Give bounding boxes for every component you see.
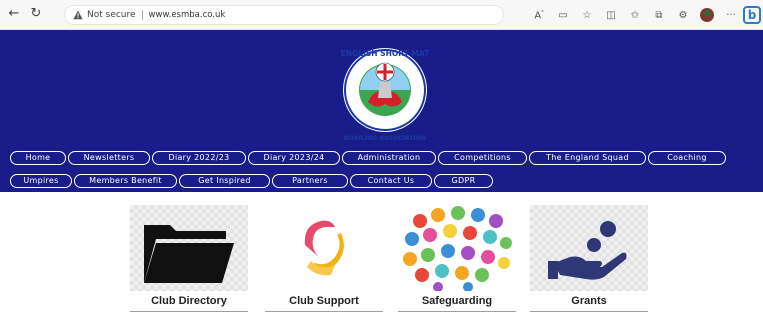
- tile-label[interactable]: Grants: [530, 295, 648, 307]
- nav-umpires[interactable]: Umpires: [10, 174, 72, 188]
- address-divider: [141, 10, 143, 20]
- tile-label[interactable]: Safeguarding: [398, 295, 516, 307]
- tile-grants[interactable]: Grants: [530, 205, 648, 312]
- favorites-icon[interactable]: ✩: [623, 10, 647, 21]
- nav-get-inspired[interactable]: Get Inspired: [179, 174, 270, 188]
- url-text[interactable]: www.esmba.co.uk: [149, 10, 226, 20]
- nav-home[interactable]: Home: [10, 151, 66, 165]
- reload-icon[interactable]: ↻: [28, 6, 44, 22]
- esmba-logo[interactable]: ENGLISH SHORT MAT BOWLING ASSOCIATION: [340, 42, 430, 152]
- nav-row-primary: Home Newsletters Diary 2022/23 Diary 202…: [10, 151, 728, 165]
- toolbar-icons: Aᵃ ▭ ☆ ◫ ✩ ⧉ ⚙ ··· b: [527, 0, 763, 30]
- address-bar[interactable]: Not secure www.esmba.co.uk: [64, 5, 504, 25]
- tile-label[interactable]: Club Support: [265, 295, 383, 307]
- tile-club-support[interactable]: Club Support: [265, 205, 383, 312]
- browser-toolbar: ← ↻ Not secure www.esmba.co.uk Aᵃ ▭ ☆ ◫ …: [0, 0, 763, 30]
- nav-england-squad[interactable]: The England Squad: [529, 151, 646, 165]
- nav-newsletters[interactable]: Newsletters: [68, 151, 150, 165]
- collections-icon[interactable]: ⧉: [647, 10, 671, 21]
- support-icon[interactable]: [265, 205, 383, 291]
- favorite-star-icon[interactable]: ☆: [575, 10, 599, 21]
- warning-icon: [73, 10, 83, 20]
- back-arrow-icon[interactable]: ←: [6, 6, 22, 22]
- tile-divider: [130, 311, 248, 312]
- tile-safeguarding[interactable]: Safeguarding: [398, 205, 516, 312]
- nav-gdpr[interactable]: GDPR: [434, 174, 493, 188]
- logo-bottom-text: BOWLING ASSOCIATION: [344, 135, 426, 142]
- extensions-icon[interactable]: ⚙: [671, 10, 695, 21]
- nav-members-benefit[interactable]: Members Benefit: [74, 174, 177, 188]
- nav-administration[interactable]: Administration: [342, 151, 436, 165]
- bing-icon[interactable]: b: [743, 6, 761, 24]
- security-status[interactable]: Not secure: [87, 10, 136, 20]
- tile-club-directory[interactable]: Club Directory: [130, 205, 248, 312]
- tile-divider: [265, 311, 383, 312]
- tile-divider: [530, 311, 648, 312]
- read-aloud-icon[interactable]: Aᵃ: [527, 9, 551, 21]
- nav-partners[interactable]: Partners: [272, 174, 348, 188]
- nav-contact-us[interactable]: Contact Us: [350, 174, 432, 188]
- folder-icon[interactable]: [130, 205, 248, 291]
- site-header: ENGLISH SHORT MAT BOWLING ASSOCIATION Ho…: [0, 30, 763, 192]
- logo-top-text: ENGLISH SHORT MAT: [341, 49, 430, 58]
- nav-diary-2023-24[interactable]: Diary 2023/24: [248, 151, 340, 165]
- split-screen-icon[interactable]: ◫: [599, 10, 623, 21]
- tile-label[interactable]: Club Directory: [130, 295, 248, 307]
- more-menu-icon[interactable]: ···: [719, 10, 743, 21]
- nav-diary-2022-23[interactable]: Diary 2022/23: [152, 151, 246, 165]
- reader-view-icon[interactable]: ▭: [551, 10, 575, 21]
- colorful-hands-icon[interactable]: [398, 205, 516, 292]
- tile-divider: [398, 311, 516, 312]
- nav-competitions[interactable]: Competitions: [438, 151, 527, 165]
- hand-coins-icon[interactable]: [530, 205, 648, 291]
- nav-coaching[interactable]: Coaching: [648, 151, 726, 165]
- nav-row-secondary: Umpires Members Benefit Get Inspired Par…: [10, 174, 495, 188]
- profile-avatar[interactable]: [700, 8, 714, 22]
